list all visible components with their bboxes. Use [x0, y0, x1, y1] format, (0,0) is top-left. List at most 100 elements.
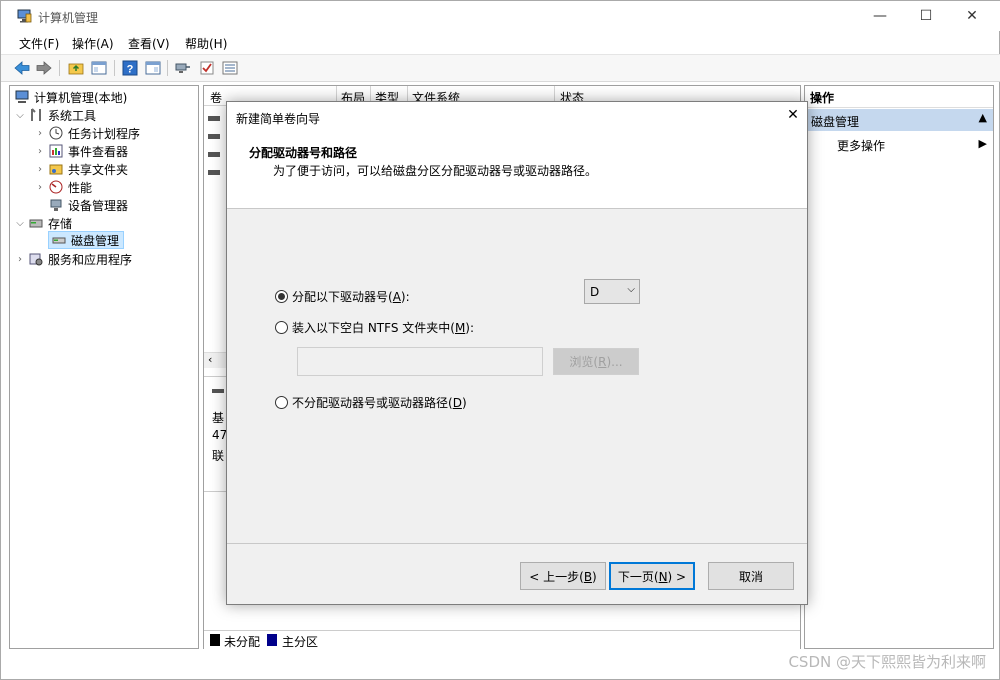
tree-label-storage: 存储: [48, 216, 73, 231]
title-bar[interactable]: 计算机管理 — ☐ ✕: [1, 1, 1000, 31]
close-icon: ✕: [966, 8, 978, 24]
next-button[interactable]: 下一页(N) >: [609, 562, 695, 590]
tree-item-task-scheduler[interactable]: › 任务计划程序: [34, 124, 140, 142]
radio-no-letter[interactable]: 不分配驱动器号或驱动器路径(D): [275, 394, 467, 411]
tree-label-performance: 性能: [68, 180, 93, 195]
chevron-right-icon[interactable]: ›: [34, 146, 46, 157]
volume-row[interactable]: [208, 148, 222, 162]
folder-path-input[interactable]: [297, 347, 543, 376]
radio-mount-folder[interactable]: 装入以下空白 NTFS 文件夹中(M):: [275, 319, 474, 336]
wizard-header: 新建简单卷向导 ✕ 分配驱动器号和路径 为了便于访问，可以给磁盘分区分配驱动器号…: [227, 102, 807, 209]
volume-row[interactable]: [208, 112, 222, 126]
tree-label-device-manager: 设备管理器: [68, 198, 129, 213]
menu-bar: 文件(F) 操作(A) 查看(V) 帮助(H): [1, 32, 1000, 54]
disk-info-line: 基: [212, 411, 225, 425]
volume-row[interactable]: [208, 166, 222, 180]
window-title: 计算机管理: [38, 11, 99, 25]
actions-section-label: 磁盘管理: [811, 115, 860, 129]
close-button[interactable]: ✕: [949, 1, 995, 31]
radio-mount-label: 装入以下空白 NTFS 文件夹中(M):: [292, 321, 475, 335]
menu-file[interactable]: 文件(F): [19, 35, 59, 52]
chevron-down-icon[interactable]: ⌵: [14, 218, 26, 229]
storage-icon: [28, 216, 44, 230]
menu-view[interactable]: 查看(V): [128, 35, 170, 52]
list-icon[interactable]: [221, 59, 239, 77]
tree-item-shared-folders[interactable]: › 共享文件夹: [34, 160, 128, 178]
minimize-button[interactable]: —: [857, 1, 903, 31]
radio-assign-letter[interactable]: 分配以下驱动器号(A):: [275, 288, 410, 305]
back-arrow-icon[interactable]: [13, 59, 31, 77]
tools-icon: [28, 108, 44, 122]
chevron-right-icon[interactable]: ›: [34, 182, 46, 193]
wizard-subheading: 为了便于访问，可以给磁盘分区分配驱动器号或驱动器路径。: [273, 164, 598, 178]
tree-item-storage[interactable]: ⌵ 存储: [14, 214, 72, 232]
wizard-heading: 分配驱动器号和路径: [249, 146, 358, 160]
footer-divider: [227, 543, 807, 544]
radio-no-letter-label: 不分配驱动器号或驱动器路径(D): [292, 396, 467, 410]
properties-icon[interactable]: [144, 59, 162, 77]
actions-header: 操作: [805, 86, 993, 108]
toolbar: ?: [1, 54, 1000, 82]
scroll-left-icon[interactable]: ‹: [208, 353, 212, 366]
new-simple-volume-wizard: 新建简单卷向导 ✕ 分配驱动器号和路径 为了便于访问，可以给磁盘分区分配驱动器号…: [226, 101, 808, 605]
chevron-down-icon: ⌵: [627, 284, 635, 295]
legend-primary-label: 主分区: [282, 635, 319, 649]
toolbar-separator: [167, 60, 168, 76]
tree-item-event-viewer[interactable]: › 事件查看器: [34, 142, 128, 160]
menu-help[interactable]: 帮助(H): [185, 35, 227, 52]
up-folder-icon[interactable]: [67, 59, 85, 77]
more-actions-item[interactable]: 更多操作 ▶: [837, 137, 987, 154]
tree-item-services-apps[interactable]: › 服务和应用程序: [14, 250, 132, 268]
maximize-icon: ☐: [919, 8, 933, 24]
radio-unselected-icon[interactable]: [275, 321, 288, 334]
cancel-button[interactable]: 取消: [708, 562, 794, 590]
dialog-close-icon[interactable]: ✕: [783, 107, 803, 123]
toolbar-separator: [114, 60, 115, 76]
disk-info-line: 47: [212, 428, 228, 442]
connect-icon[interactable]: [174, 59, 192, 77]
actions-section-disk-management[interactable]: 磁盘管理 ▲: [805, 109, 993, 131]
legend-unallocated-swatch: [210, 634, 220, 646]
tree-label-event-viewer: 事件查看器: [68, 144, 129, 159]
tree-item-performance[interactable]: › 性能: [34, 178, 92, 196]
chevron-right-icon[interactable]: ›: [14, 254, 26, 265]
maximize-button[interactable]: ☐: [903, 1, 949, 31]
volume-row[interactable]: [208, 130, 222, 144]
help-icon[interactable]: ?: [121, 59, 139, 77]
show-hide-tree-icon[interactable]: [90, 59, 108, 77]
watermark: CSDN @天下熙熙皆为利来啊: [788, 653, 986, 671]
toolbar-separator: [59, 60, 60, 76]
computer-management-icon: [14, 90, 30, 104]
event-viewer-icon: [48, 144, 64, 158]
check-icon[interactable]: [198, 59, 216, 77]
tree-item-device-manager[interactable]: 设备管理器: [46, 196, 128, 214]
browse-button[interactable]: 浏览(R)...: [553, 348, 639, 375]
actions-pane: 操作 磁盘管理 ▲ 更多操作 ▶: [804, 85, 994, 649]
performance-icon: [48, 180, 64, 194]
radio-selected-icon[interactable]: [275, 290, 288, 303]
drive-letter-value: D: [590, 284, 600, 299]
forward-arrow-icon[interactable]: [35, 59, 53, 77]
column-volume[interactable]: 卷: [210, 89, 222, 106]
services-icon: [28, 252, 44, 266]
minimize-icon: —: [873, 8, 887, 24]
tree-label-disk-management: 磁盘管理: [71, 233, 120, 248]
drive-letter-select[interactable]: D ⌵: [584, 279, 640, 304]
legend-unallocated-label: 未分配: [224, 635, 261, 649]
chevron-right-icon[interactable]: ›: [34, 164, 46, 175]
tree-item-root[interactable]: 计算机管理(本地): [12, 88, 127, 106]
menu-action[interactable]: 操作(A): [72, 35, 114, 52]
tree-label-task-scheduler: 任务计划程序: [68, 126, 141, 141]
chevron-right-icon[interactable]: ›: [34, 128, 46, 139]
svg-text:?: ?: [127, 64, 134, 76]
tree-item-disk-management[interactable]: 磁盘管理: [48, 231, 125, 249]
chevron-down-icon[interactable]: ⌵: [14, 110, 26, 121]
legend-bar: 未分配 主分区: [204, 630, 800, 649]
collapse-up-icon[interactable]: ▲: [979, 111, 987, 124]
back-button[interactable]: < 上一步(B): [520, 562, 606, 590]
clock-icon: [48, 126, 64, 140]
tree-label-shared-folders: 共享文件夹: [68, 162, 129, 177]
radio-unselected-icon[interactable]: [275, 396, 288, 409]
tree-item-system-tools[interactable]: ⌵ 系统工具: [14, 106, 96, 124]
shared-folder-icon: [48, 162, 64, 176]
